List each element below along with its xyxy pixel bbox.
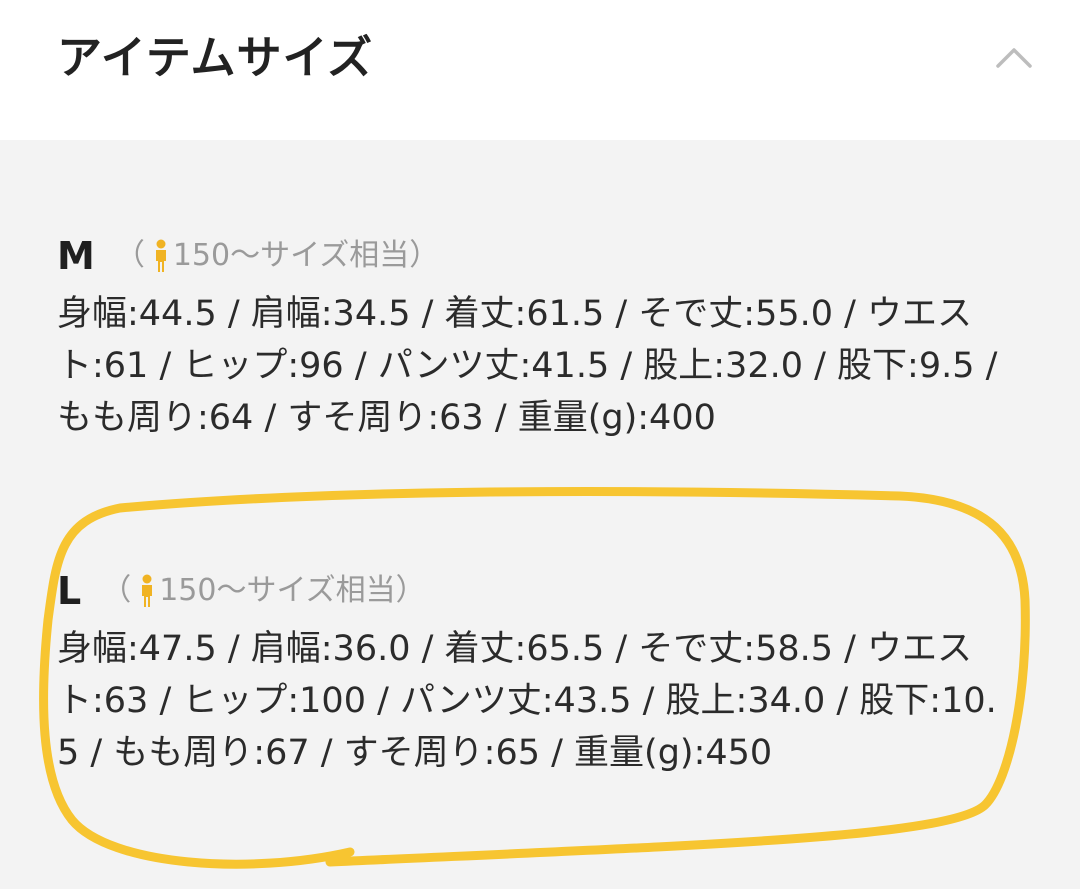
- size-measurements: 身幅:47.5 / 肩幅:36.0 / 着丈:65.5 / そで丈:58.5 /…: [57, 629, 997, 773]
- person-icon: [139, 574, 155, 608]
- note-text: 150〜サイズ相当: [159, 573, 396, 608]
- size-name: L: [57, 569, 82, 613]
- note-paren-close: ）: [409, 238, 440, 273]
- size-name: M: [57, 234, 95, 278]
- section-header[interactable]: アイテムサイズ: [0, 0, 1080, 140]
- size-heading: M （ 150〜サイズ相当 ）: [57, 232, 1037, 280]
- section-title: アイテムサイズ: [57, 31, 374, 84]
- size-entry-l: L （ 150〜サイズ相当 ） 身幅:47.5 / 肩幅:36.0 / 着丈:6…: [57, 567, 1037, 779]
- size-entry-m: M （ 150〜サイズ相当 ） 身幅:44.5 / 肩幅:34.5 / 着丈:6…: [57, 232, 1037, 444]
- size-heading: L （ 150〜サイズ相当 ）: [57, 567, 1037, 615]
- size-equivalent-note: （ 150〜サイズ相当 ）: [115, 232, 439, 280]
- person-icon: [153, 239, 169, 273]
- collapse-button[interactable]: [982, 28, 1046, 88]
- size-measurements: 身幅:44.5 / 肩幅:34.5 / 着丈:61.5 / そで丈:55.0 /…: [57, 294, 998, 438]
- size-equivalent-note: （ 150〜サイズ相当 ）: [101, 567, 425, 615]
- note-paren-open: （: [101, 573, 132, 608]
- note-paren-close: ）: [395, 573, 426, 608]
- chevron-up-icon: [996, 48, 1032, 68]
- note-text: 150〜サイズ相当: [172, 238, 410, 273]
- note-paren-open: （: [114, 238, 145, 273]
